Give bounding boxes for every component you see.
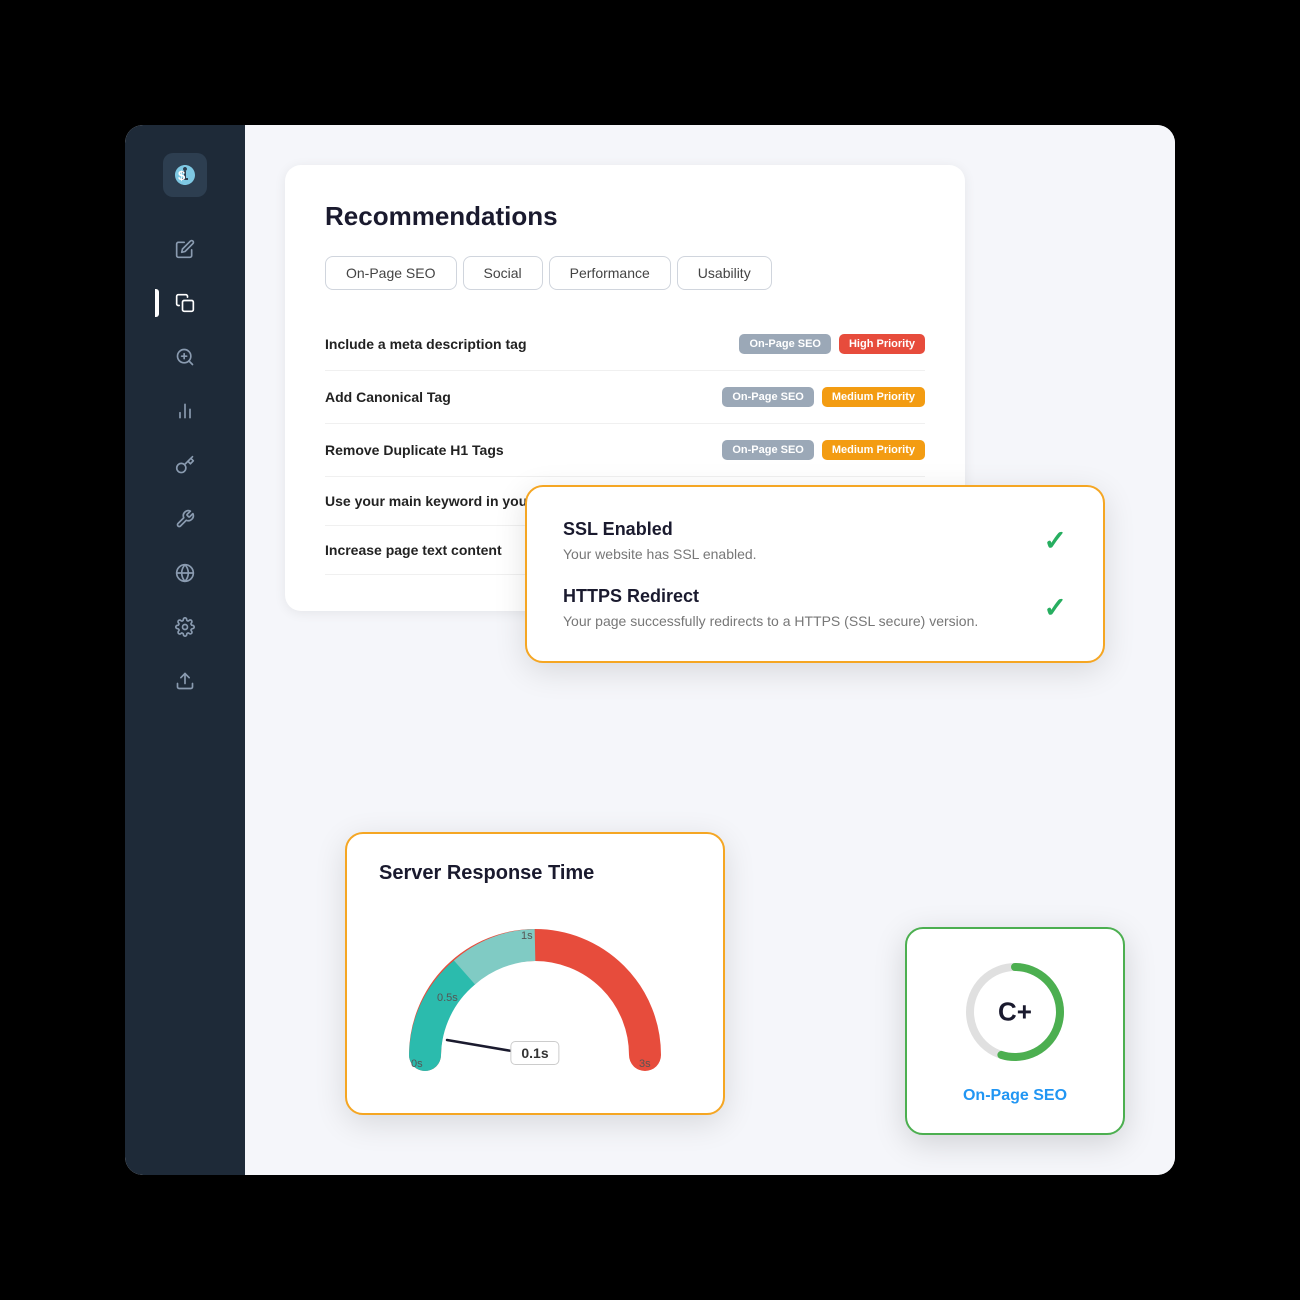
main-content: Recommendations On-Page SEO Social Perfo… (245, 125, 1175, 1175)
badge-seo-1: On-Page SEO (739, 334, 831, 354)
badge-medium-3: Medium Priority (822, 440, 925, 460)
rec-row-3-title: Remove Duplicate H1 Tags (325, 442, 504, 458)
tab-social[interactable]: Social (463, 256, 543, 290)
rec-row-2-title: Add Canonical Tag (325, 389, 451, 405)
grade-circle: C+ (960, 957, 1070, 1067)
svg-text:$: $ (178, 168, 186, 183)
sidebar: $ (125, 125, 245, 1175)
badge-medium-2: Medium Priority (822, 387, 925, 407)
gauge-value: 0.1s (510, 1041, 559, 1065)
gauge-label-1s: 1s (521, 930, 533, 942)
badge-high-1: High Priority (839, 334, 925, 354)
https-check-icon: ✓ (1044, 591, 1067, 624)
ssl-check-icon: ✓ (1044, 524, 1067, 557)
server-response-card: Server Response Time 0s 0.5s 1s 3s (345, 832, 725, 1115)
ssl-item-1-content: SSL Enabled Your website has SSL enabled… (563, 519, 757, 562)
tab-on-page-seo[interactable]: On-Page SEO (325, 256, 457, 290)
badge-seo-3: On-Page SEO (722, 440, 814, 460)
https-redirect-title: HTTPS Redirect (563, 586, 978, 607)
sidebar-item-edit[interactable] (163, 227, 207, 271)
grade-label: On-Page SEO (963, 1087, 1067, 1105)
app-container: $ (125, 125, 1175, 1175)
grade-card: C+ On-Page SEO (905, 927, 1125, 1135)
sidebar-item-tool[interactable] (163, 497, 207, 541)
gauge-container: 0s 0.5s 1s 3s 0.1s (379, 905, 691, 1085)
rec-row-1-title: Include a meta description tag (325, 336, 527, 352)
sidebar-item-search[interactable] (163, 335, 207, 379)
tab-usability[interactable]: Usability (677, 256, 772, 290)
gauge-label-05s: 0.5s (437, 992, 458, 1004)
rec-row-3-badges: On-Page SEO Medium Priority (722, 440, 925, 460)
ssl-item-2-header: HTTPS Redirect Your page successfully re… (563, 586, 1067, 629)
rec-row-5-title: Increase page text content (325, 542, 502, 558)
ssl-card: SSL Enabled Your website has SSL enabled… (525, 485, 1105, 663)
sidebar-item-settings[interactable] (163, 605, 207, 649)
rec-row-3: Remove Duplicate H1 Tags On-Page SEO Med… (325, 424, 925, 477)
sidebar-item-upload[interactable] (163, 659, 207, 703)
ssl-enabled-desc: Your website has SSL enabled. (563, 546, 757, 562)
recommendations-title: Recommendations (325, 201, 925, 232)
rec-row-2-badges: On-Page SEO Medium Priority (722, 387, 925, 407)
sidebar-item-globe[interactable] (163, 551, 207, 595)
sidebar-item-chart[interactable] (163, 389, 207, 433)
grade-value: C+ (998, 997, 1032, 1028)
https-redirect-desc: Your page successfully redirects to a HT… (563, 613, 978, 629)
gauge-label-0s: 0s (411, 1058, 423, 1070)
ssl-item-2-content: HTTPS Redirect Your page successfully re… (563, 586, 978, 629)
server-response-title: Server Response Time (379, 862, 691, 885)
gauge-label-3s: 3s (639, 1058, 651, 1070)
ssl-item-1: SSL Enabled Your website has SSL enabled… (563, 519, 1067, 562)
ssl-enabled-title: SSL Enabled (563, 519, 757, 540)
sidebar-logo[interactable]: $ (163, 153, 207, 197)
ssl-item-1-header: SSL Enabled Your website has SSL enabled… (563, 519, 1067, 562)
badge-seo-2: On-Page SEO (722, 387, 814, 407)
rec-row-1: Include a meta description tag On-Page S… (325, 318, 925, 371)
tab-performance[interactable]: Performance (549, 256, 671, 290)
rec-tabs: On-Page SEO Social Performance Usability (325, 256, 925, 290)
ssl-item-2: HTTPS Redirect Your page successfully re… (563, 586, 1067, 629)
sidebar-item-copy[interactable] (163, 281, 207, 325)
sidebar-item-key[interactable] (163, 443, 207, 487)
rec-row-1-badges: On-Page SEO High Priority (739, 334, 925, 354)
rec-row-2: Add Canonical Tag On-Page SEO Medium Pri… (325, 371, 925, 424)
